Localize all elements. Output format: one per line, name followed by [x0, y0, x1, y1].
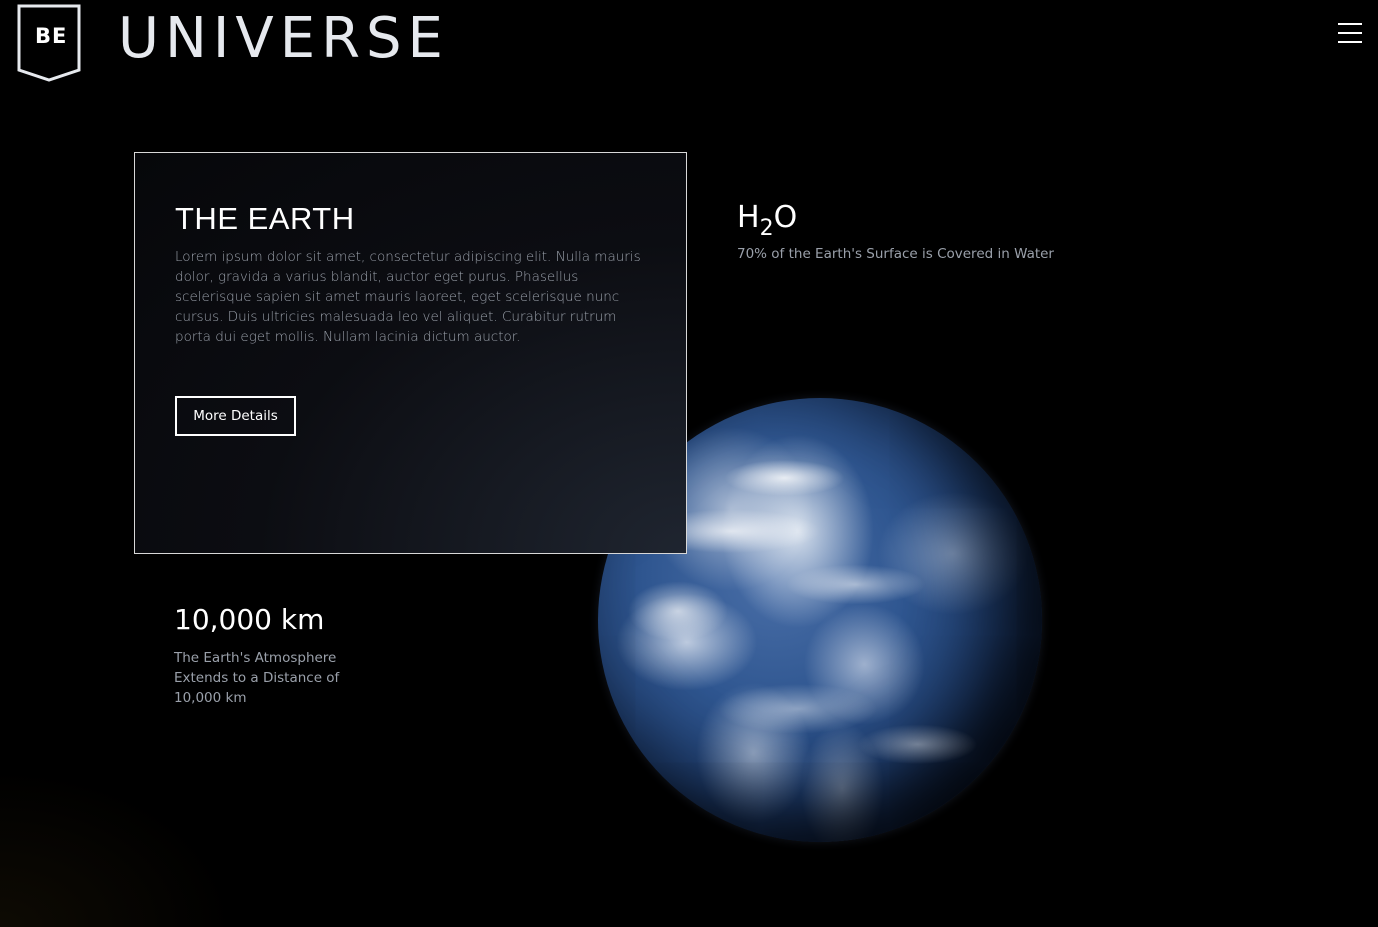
water-stat-title: H2O [737, 200, 798, 241]
logo-text: BE [35, 24, 68, 48]
menu-line [1338, 23, 1362, 25]
page: BE UNIVERSE THE EARTH Lorem ipsum dolor … [0, 0, 1378, 927]
brand-title: UNIVERSE [118, 6, 449, 71]
card-title: THE EARTH [175, 201, 355, 236]
earth-info-card: THE EARTH Lorem ipsum dolor sit amet, co… [134, 152, 687, 554]
water-stat-title-sub: 2 [759, 216, 774, 241]
water-stat-title-o: O [773, 200, 798, 235]
atmosphere-stat-description: The Earth's Atmosphere Extends to a Dist… [174, 650, 340, 706]
card-body-text: Lorem ipsum dolor sit amet, consectetur … [175, 249, 641, 345]
atmosphere-stat-title: 10,000 km [174, 603, 325, 636]
hamburger-menu-icon[interactable] [1338, 23, 1362, 47]
menu-line [1338, 32, 1362, 34]
water-stat-description: 70% of the Earth's Surface is Covered in… [737, 246, 1054, 262]
water-stat-title-h: H [737, 200, 760, 235]
menu-line [1338, 41, 1362, 43]
more-details-button[interactable]: More Details [175, 396, 296, 436]
